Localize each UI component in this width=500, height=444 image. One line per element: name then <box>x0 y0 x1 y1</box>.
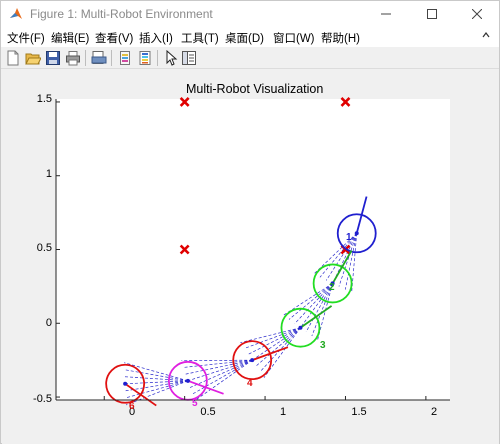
robot-center <box>250 358 255 363</box>
robot-label-6: 6 <box>129 401 135 412</box>
y-tick-label: 1.5 <box>36 93 52 105</box>
robot-label-3: 3 <box>320 340 326 351</box>
plot-title: Multi-Robot Visualization <box>186 82 324 96</box>
robot-center <box>123 381 128 386</box>
y-tick-label: 0 <box>45 317 52 329</box>
robot-center <box>354 231 359 236</box>
robot-label-1: 1 <box>346 232 352 243</box>
x-tick-label: 1.5 <box>351 406 367 418</box>
axes-background[interactable] <box>56 99 450 400</box>
robot-label-2: 2 <box>329 282 335 293</box>
y-tick-label: 1 <box>45 168 52 180</box>
robot-center <box>185 378 190 383</box>
y-tick-label: -0.5 <box>33 393 52 405</box>
robot-label-4: 4 <box>247 378 253 389</box>
robot-center <box>298 325 303 330</box>
x-tick-label: 2 <box>430 406 438 418</box>
y-tick-label: 0.5 <box>36 242 52 254</box>
x-tick-label: 1 <box>279 406 287 418</box>
robot-label-5: 5 <box>192 398 198 409</box>
